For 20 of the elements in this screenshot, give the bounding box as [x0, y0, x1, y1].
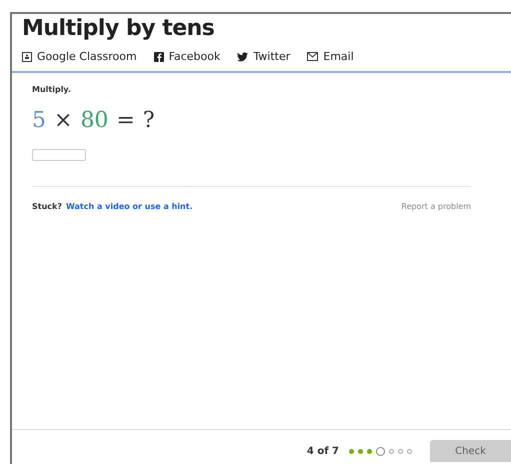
hint-link[interactable]: Watch a video or use a hint.: [66, 202, 193, 211]
answer-field[interactable]: [32, 149, 86, 161]
equation-term: 5: [32, 108, 46, 133]
share-link[interactable]: Google Classroom: [22, 50, 137, 63]
exercise-prompt: Multiply.: [32, 85, 72, 94]
bird-icon: [237, 52, 248, 62]
share-link[interactable]: Facebook: [154, 50, 220, 63]
facebook-icon: [154, 52, 164, 62]
share-link[interactable]: Twitter: [237, 50, 290, 63]
page-title: Multiply by tens: [21, 15, 216, 41]
report-link[interactable]: Report a problem: [401, 202, 471, 211]
envelope-icon: [307, 52, 318, 61]
equation-term: 80: [80, 108, 108, 133]
share-link[interactable]: Email: [307, 50, 354, 63]
classroom-icon: [22, 52, 32, 62]
equation-term: ?: [142, 108, 155, 133]
equation-term: ×: [54, 108, 72, 133]
stuck-label: Stuck?: [32, 202, 62, 211]
progress-count: 4 of 7: [306, 446, 339, 456]
equation-term: =: [116, 108, 135, 133]
